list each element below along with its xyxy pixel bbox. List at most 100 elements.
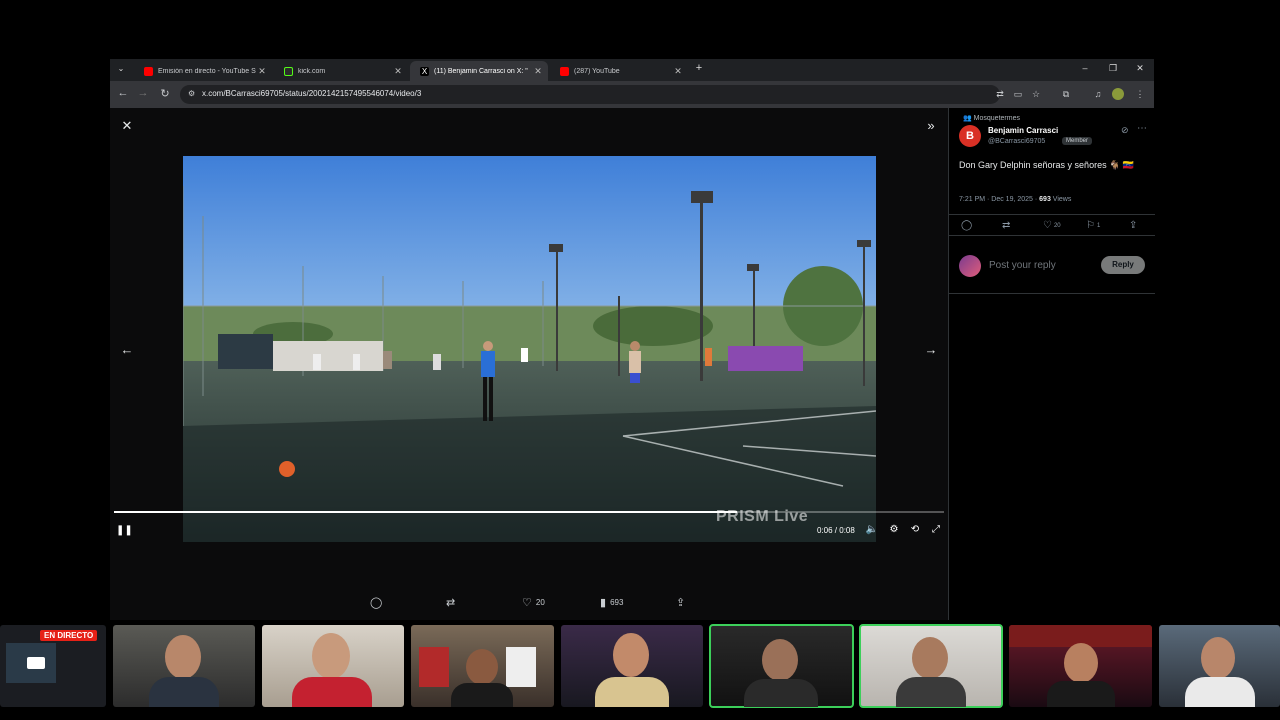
post-details-pane: 👥 Mosquetermes B Benjamin Carrasci @BCar… [948, 108, 1155, 620]
pause-button[interactable]: ❚❚ [116, 525, 133, 536]
bookmark-icon: ⚐ [1086, 220, 1095, 231]
settings-gear-icon[interactable]: ⚙ [887, 524, 901, 535]
restore-button[interactable]: ❐ [1106, 63, 1120, 74]
participant-body [451, 683, 513, 707]
webcam-tile [262, 625, 404, 707]
author-handle[interactable]: @BCarrasci69705 [988, 138, 1045, 145]
cast-icon[interactable]: ▭ [1012, 88, 1024, 100]
monitor-icon [27, 657, 45, 669]
page-content: ✕ » ← → PRISM Live ❚❚ 0:06 / 0:08 🔈 ⚙ ⟲ … [110, 108, 1155, 620]
video-frame [183, 156, 876, 542]
community-icon: 👥 [963, 115, 974, 122]
views-count: 693 [610, 598, 624, 607]
menu-kebab-icon[interactable]: ⋮ [1134, 88, 1146, 100]
reply-icon: ◯ [370, 597, 383, 609]
close-tab-icon[interactable]: ✕ [672, 66, 684, 77]
author-avatar[interactable]: B [959, 125, 981, 147]
forward-icon[interactable]: → [136, 87, 150, 99]
tab-x-post[interactable]: X (11) Benjamin Carrasci on X: " ✕ [410, 61, 548, 81]
webcam-tile-speaking [859, 624, 1003, 708]
reply-submit-button[interactable]: Reply [1101, 256, 1145, 274]
participant-body [744, 679, 818, 707]
bookmark-button[interactable]: ⚐ 1 [1086, 220, 1100, 231]
volume-icon[interactable]: 🔈 [865, 524, 879, 535]
participant-body [292, 677, 372, 707]
new-tab-button[interactable]: + [692, 62, 706, 74]
repost-action[interactable]: ⇄ [446, 596, 455, 609]
extensions-icon[interactable]: ⧉ [1060, 88, 1072, 100]
viewer-avatar [959, 255, 981, 277]
site-info-icon[interactable]: ⚙ [188, 89, 195, 98]
media-control-icon[interactable]: ♫ [1092, 88, 1104, 100]
share-icon: ⇪ [1129, 220, 1138, 231]
share-action[interactable]: ⇪ [676, 596, 685, 609]
bookmark-count: 1 [1096, 222, 1101, 229]
close-tab-icon[interactable]: ✕ [256, 66, 268, 77]
like-button[interactable]: ♡ 20 [1043, 220, 1061, 231]
next-media-icon[interactable]: → [921, 342, 941, 357]
tab-youtube[interactable]: (287) YouTube ✕ [550, 61, 688, 81]
tab-label: Emisión en directo - YouTube Stu [158, 67, 256, 75]
video-player[interactable] [183, 156, 876, 542]
repost-button[interactable]: ⇄ [1002, 220, 1010, 231]
replay-icon[interactable]: ⟲ [908, 524, 922, 535]
address-bar[interactable]: ⚙ x.com/BCarrasci69705/status/2002142157… [180, 85, 1000, 104]
participant-body [896, 677, 966, 707]
reload-icon[interactable]: ↻ [158, 87, 172, 100]
close-tab-icon[interactable]: ✕ [532, 66, 544, 77]
post-text: Don Gary Delphin señoras y señores 🐐 🇻🇪 [959, 160, 1134, 170]
participant-face [1201, 637, 1235, 679]
community-name: Mosquetermes [973, 115, 1020, 122]
participant-body [595, 677, 669, 707]
x-logo-icon: X [420, 66, 429, 76]
tab-youtube-studio[interactable]: Emisión en directo - YouTube Stu ✕ [134, 61, 272, 81]
kick-icon [284, 66, 293, 76]
bookmark-star-icon[interactable]: ☆ [1030, 88, 1042, 100]
community-label[interactable]: 👥 Mosquetermes [963, 114, 1020, 122]
url-text: x.com/BCarrasci69705/status/200214215749… [202, 89, 422, 98]
video-progress-fill [114, 511, 737, 513]
views-action[interactable]: ▮ 693 [600, 596, 623, 609]
minimize-button[interactable]: – [1078, 63, 1092, 73]
video-progress-bar[interactable] [114, 511, 944, 513]
expand-icon[interactable]: » [921, 118, 941, 133]
translate-icon[interactable]: ⇄ [994, 88, 1006, 100]
back-icon[interactable]: ← [116, 87, 130, 99]
like-action[interactable]: ♡ 20 [522, 596, 545, 609]
participant-face [312, 633, 350, 679]
hanging-jersey [419, 647, 449, 687]
more-options-icon[interactable]: ⋯ [1137, 123, 1147, 134]
close-icon[interactable]: ✕ [117, 118, 137, 134]
heart-icon: ♡ [1043, 220, 1052, 231]
participant-body [1185, 677, 1255, 707]
repost-icon: ⇄ [446, 597, 456, 609]
close-tab-icon[interactable]: ✕ [392, 66, 404, 77]
youtube-icon [144, 66, 153, 76]
grok-icon[interactable]: ⊘ [1121, 125, 1129, 136]
reply-icon: ◯ [961, 220, 973, 231]
author-name[interactable]: Benjamin Carrasci [988, 126, 1058, 135]
close-window-button[interactable]: ✕ [1133, 63, 1147, 74]
heart-icon: ♡ [522, 597, 532, 609]
divider [949, 293, 1155, 294]
reply-button[interactable]: ◯ [961, 220, 972, 231]
share-button[interactable]: ⇪ [1129, 220, 1137, 231]
participant-face [466, 649, 498, 685]
tab-kick[interactable]: kick.com ✕ [274, 61, 408, 81]
profile-avatar[interactable] [1112, 88, 1124, 100]
tab-search-icon[interactable]: ⌄ [114, 64, 128, 73]
participant-face [912, 637, 948, 679]
browser-toolbar: ← → ↻ ⚙ x.com/BCarrasci69705/status/2002… [110, 81, 1154, 108]
post-views-label: Views [1050, 196, 1072, 203]
webcam-tile [113, 625, 255, 707]
bar-chart-icon: ▮ [600, 597, 607, 609]
share-icon: ⇪ [676, 597, 686, 609]
previous-media-icon[interactable]: ← [117, 342, 137, 357]
reply-action[interactable]: ◯ [370, 596, 382, 609]
webcam-tile [411, 625, 554, 707]
fullscreen-icon[interactable]: ⤢ [929, 524, 943, 535]
reply-input[interactable]: Post your reply [989, 260, 1056, 271]
youtube-icon [560, 66, 569, 76]
webcam-tile [561, 625, 703, 707]
video-time: 0:06 / 0:08 [817, 526, 855, 535]
